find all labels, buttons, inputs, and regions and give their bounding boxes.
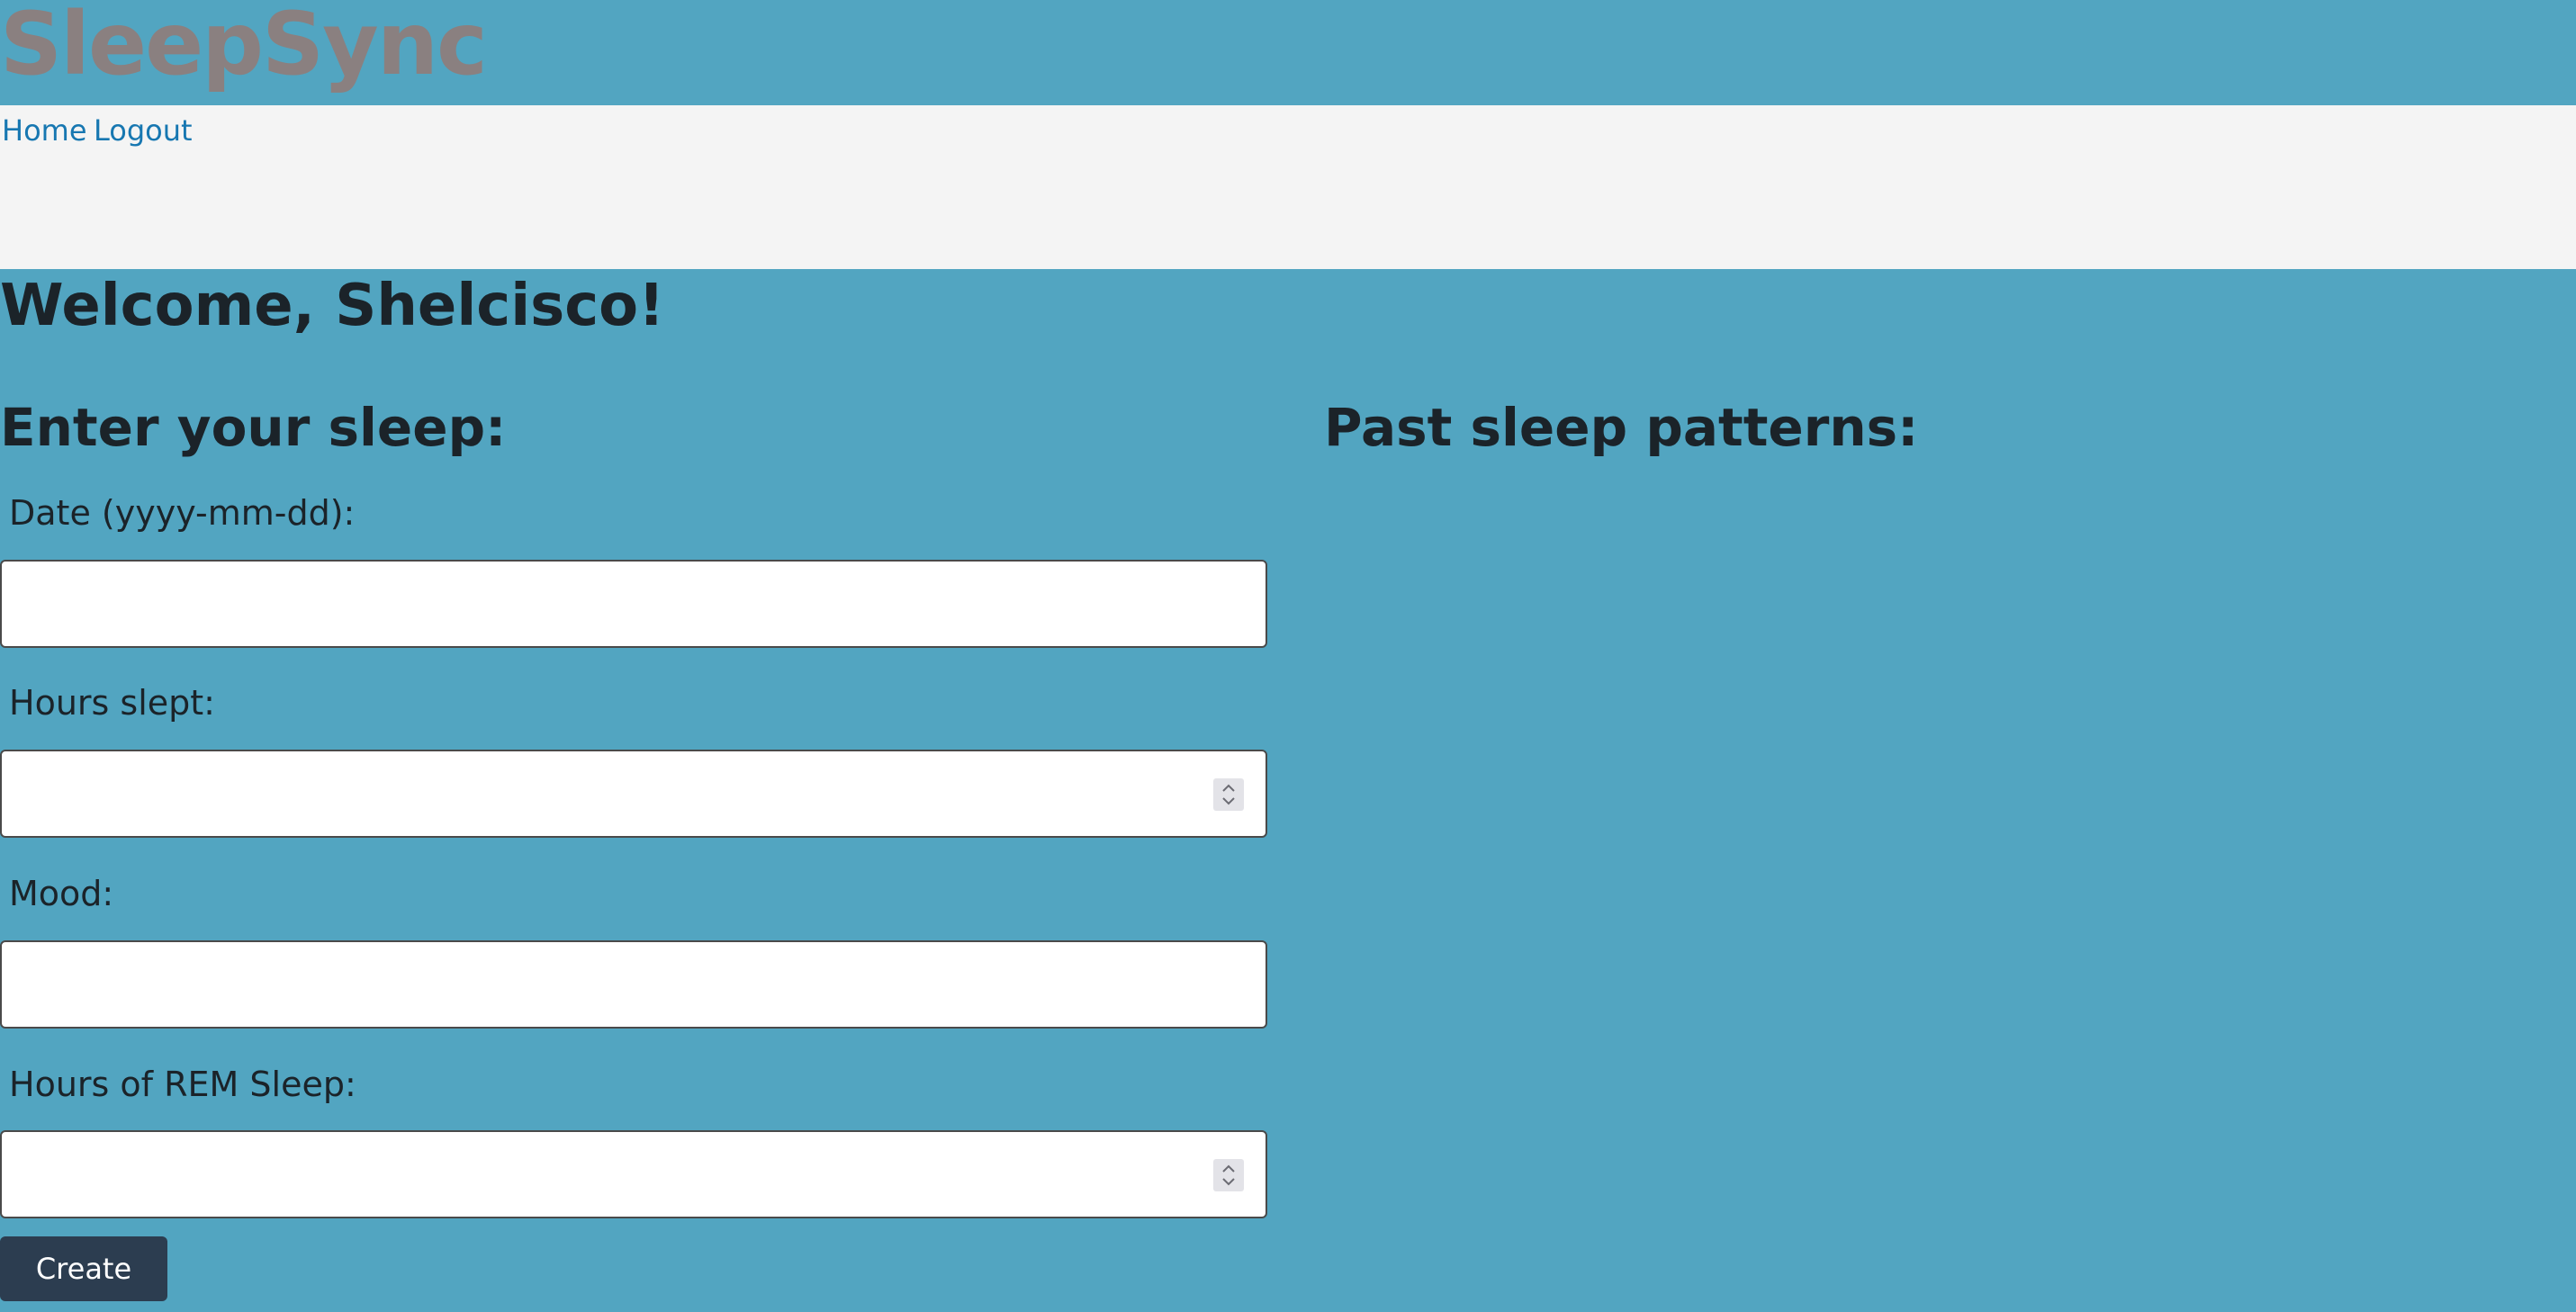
home-link[interactable]: Home xyxy=(2,112,87,150)
mood-label: Mood: xyxy=(9,874,114,913)
logout-link[interactable]: Logout xyxy=(94,112,193,150)
rem-stepper-icon[interactable] xyxy=(1213,1159,1244,1191)
rem-sleep-field[interactable] xyxy=(0,1130,1267,1218)
mood-field[interactable] xyxy=(0,940,1267,1029)
header: SleepSync xyxy=(0,0,2576,105)
hours-stepper-icon[interactable] xyxy=(1213,778,1244,811)
welcome-heading: Welcome, Shelcisco! xyxy=(0,273,665,339)
hours-slept-field[interactable] xyxy=(0,750,1267,838)
date-field[interactable] xyxy=(0,560,1267,648)
entry-heading: Enter your sleep: xyxy=(0,397,507,458)
nav-bar: Home Logout xyxy=(0,105,2576,269)
logo: SleepSync xyxy=(0,0,488,94)
date-label: Date (yyyy-mm-dd): xyxy=(9,493,356,533)
history-heading: Past sleep patterns: xyxy=(1324,397,1919,458)
hours-slept-label: Hours slept: xyxy=(9,683,215,723)
create-button[interactable]: Create xyxy=(0,1236,167,1301)
rem-sleep-label: Hours of REM Sleep: xyxy=(9,1065,356,1104)
